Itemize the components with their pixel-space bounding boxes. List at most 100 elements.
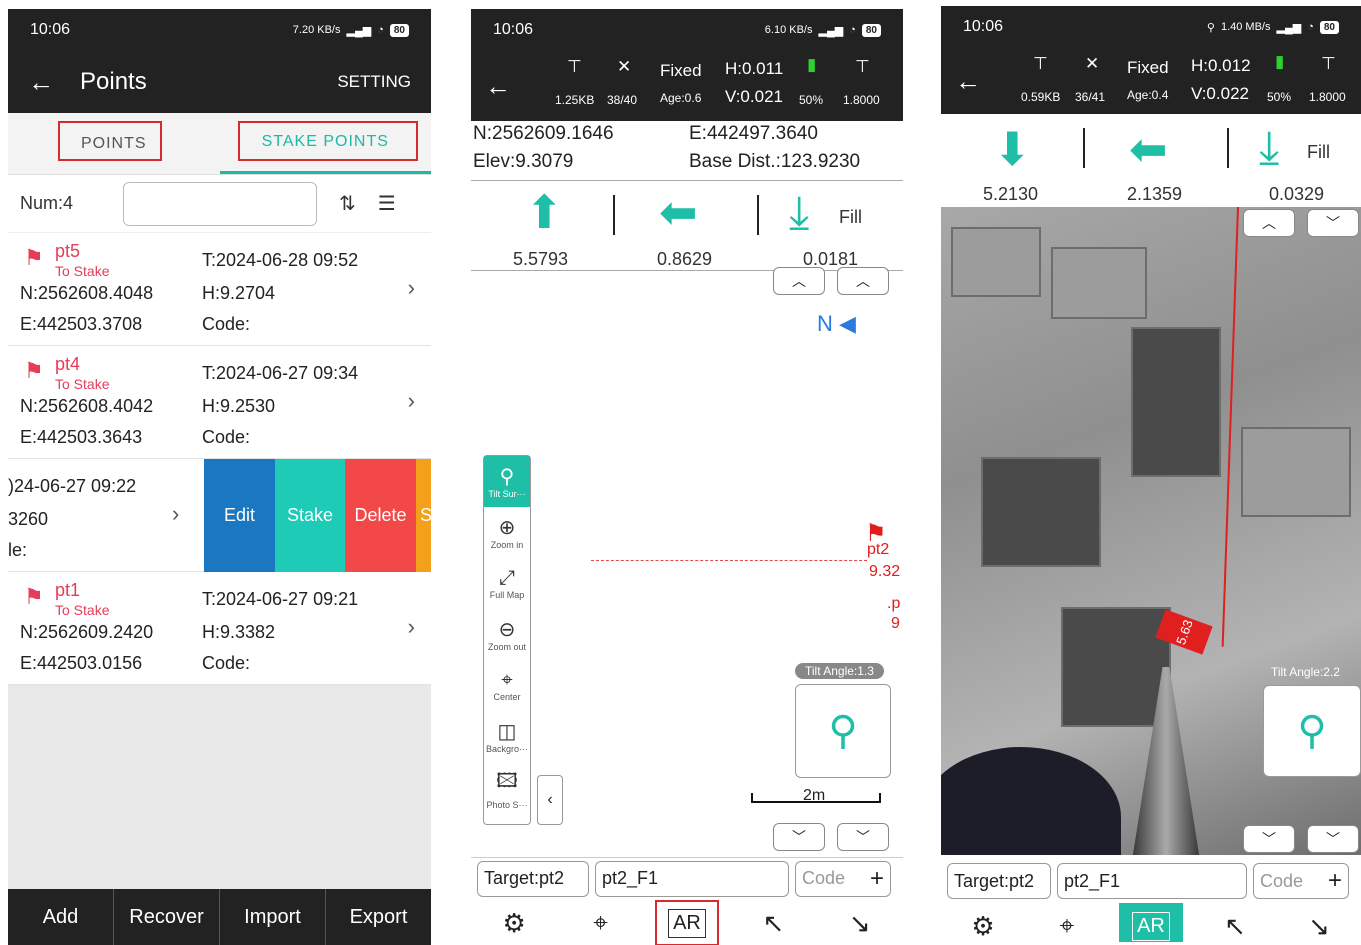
- point-height: 3260: [8, 509, 49, 529]
- battery-status-icon: ▮: [1275, 52, 1285, 71]
- arrow-down-icon: ⬇: [993, 123, 1032, 175]
- collapse-toolbox-button[interactable]: ‹: [537, 775, 563, 825]
- previous-point-icon[interactable]: ↖: [1203, 903, 1267, 942]
- chevron-right-icon[interactable]: ›: [172, 501, 179, 527]
- zoom-out-tool[interactable]: ⊖ Zoom out: [484, 609, 530, 660]
- ar-button[interactable]: AR: [1119, 903, 1183, 942]
- target-field[interactable]: Target:pt2: [947, 863, 1051, 899]
- chevron-up-button[interactable]: ︿: [1243, 209, 1295, 237]
- point-time: )24-06-27 09:22: [8, 476, 137, 496]
- point-name-field[interactable]: pt2_F1: [1057, 863, 1247, 899]
- point-code: Code:: [202, 653, 251, 673]
- antenna-height-icon: ⊤: [1321, 54, 1336, 73]
- chevron-right-icon[interactable]: ›: [408, 275, 415, 301]
- receiver-battery: 50%: [799, 93, 824, 107]
- back-arrow-icon[interactable]: ←: [485, 71, 535, 102]
- chevron-right-icon[interactable]: ›: [408, 388, 415, 414]
- chevron-up-button[interactable]: ︿: [773, 267, 825, 295]
- gnss-header: ← ⊤ 0.59KB ✕ 36/41 Fixed Age:0.4 H:0.012…: [941, 48, 1361, 114]
- zoom-in-tool[interactable]: ⊕ Zoom in: [484, 507, 530, 558]
- center-tool[interactable]: ⌖ Center: [484, 660, 530, 711]
- map-settings-icon[interactable]: ⚙: [951, 903, 1015, 942]
- back-arrow-icon[interactable]: ←: [28, 67, 80, 98]
- tab-points[interactable]: POINTS: [8, 113, 220, 174]
- chevron-up-button[interactable]: ︿: [837, 267, 889, 295]
- delete-button[interactable]: Delete: [345, 459, 416, 572]
- network-speed: 6.10 KB/s: [764, 24, 813, 36]
- center-icon[interactable]: ⌖: [569, 900, 633, 945]
- edit-button[interactable]: Edit: [204, 459, 275, 572]
- tilt-pole-card[interactable]: ⚲: [795, 684, 891, 778]
- map-settings-icon[interactable]: ⚙: [482, 900, 546, 945]
- fix-status: Fixed: [660, 61, 702, 80]
- ar-button[interactable]: AR: [654, 900, 719, 945]
- stake-ar-screen: 10:06 ⚲ 1.40 MB/s ▂▄▆ ◔ 80 ← ⊤ 0.59KB ✕ …: [941, 6, 1361, 942]
- search-input[interactable]: [123, 181, 317, 226]
- chevron-down-button[interactable]: ﹀: [1307, 209, 1359, 237]
- code-field[interactable]: Code +: [1253, 863, 1349, 899]
- point-name-field[interactable]: pt2_F1: [595, 860, 789, 897]
- chevron-down-button[interactable]: ﹀: [1307, 825, 1359, 853]
- fill-icon: ⤓: [789, 186, 810, 238]
- full-map-tool[interactable]: ⤢ Full Map: [484, 558, 530, 609]
- export-button[interactable]: Export: [326, 889, 431, 945]
- plus-icon[interactable]: +: [1328, 867, 1342, 895]
- fill-value: 0.0329: [1269, 184, 1325, 204]
- status-icons: 7.20 KB/s ▂▄▆ ◔ 80: [293, 23, 409, 37]
- tilt-pole-icon: ⚲: [828, 709, 858, 753]
- add-button[interactable]: Add: [8, 889, 114, 945]
- chevron-down-button[interactable]: ﹀: [773, 823, 825, 851]
- tilt-pole-icon: ⚲: [1297, 709, 1327, 753]
- more-action-button[interactable]: S: [416, 459, 431, 572]
- paving-tile: [1131, 327, 1221, 477]
- point-east: E:442503.3708: [20, 314, 143, 334]
- battery-icon: 80: [389, 23, 409, 37]
- plus-icon[interactable]: +: [870, 865, 884, 893]
- chevron-right-icon[interactable]: ›: [408, 614, 415, 640]
- list-icon[interactable]: ☰: [378, 191, 396, 216]
- tilt-pole-card[interactable]: ⚲: [1263, 685, 1361, 777]
- north-compass-icon: N ◀: [817, 311, 856, 336]
- previous-point-icon[interactable]: ↖: [741, 900, 805, 945]
- tab-stake-points[interactable]: STAKE POINTS: [219, 113, 431, 174]
- list-item[interactable]: ⚑ pt1 To Stake T:2024-06-27 09:21 N:2562…: [8, 572, 431, 685]
- recover-button[interactable]: Recover: [114, 889, 220, 945]
- sort-icon[interactable]: ⇅: [339, 191, 356, 216]
- bottom-action-bar: Add Recover Import Export: [8, 889, 431, 945]
- list-item[interactable]: ⚑ pt4 To Stake T:2024-06-27 09:34 N:2562…: [8, 346, 431, 459]
- photo-icon: 🖾: [496, 769, 518, 792]
- battery-icon: 80: [1319, 20, 1339, 34]
- point-height: H:9.2530: [202, 396, 276, 416]
- layers-icon: ◫: [497, 721, 517, 743]
- point-name: pt4: [55, 354, 81, 374]
- target-field[interactable]: Target:pt2: [477, 860, 589, 897]
- list-item-swiped[interactable]: )24-06-27 09:22 3260 le: › Edit Stake De…: [8, 459, 431, 572]
- point-north: N:2562608.4042: [20, 396, 154, 416]
- stake-button[interactable]: Stake: [275, 459, 345, 572]
- code-field[interactable]: Code +: [795, 860, 891, 897]
- status-icons: 6.10 KB/s ▂▄▆ ◔ 80: [764, 23, 881, 37]
- flag-pin-icon: ⚑: [24, 358, 44, 383]
- setting-button[interactable]: SETTING: [337, 72, 411, 92]
- target-point-label: pt2: [867, 541, 890, 558]
- v-precision: V:0.022: [1191, 84, 1249, 103]
- left-distance: 0.8629: [657, 249, 713, 269]
- fill-label: Fill: [1307, 142, 1330, 162]
- next-point-icon[interactable]: ↘: [828, 900, 892, 945]
- list-item[interactable]: ⚑ pt5 To Stake T:2024-06-28 09:52 N:2562…: [8, 233, 431, 346]
- import-button[interactable]: Import: [220, 889, 326, 945]
- age: Age:0.6: [660, 91, 702, 105]
- point-code: le:: [8, 540, 28, 560]
- chevron-down-button[interactable]: ﹀: [837, 823, 889, 851]
- center-icon[interactable]: ⌖: [1035, 903, 1099, 942]
- tool-label: Zoom in: [490, 540, 524, 550]
- back-arrow-icon[interactable]: ←: [955, 66, 1005, 97]
- age: Age:0.4: [1127, 88, 1169, 102]
- chevron-down-button[interactable]: ﹀: [1243, 825, 1295, 853]
- next-point-icon[interactable]: ↘: [1287, 903, 1351, 942]
- background-tool[interactable]: ◫ Backgro···: [484, 711, 530, 762]
- north-label: N: [817, 311, 833, 336]
- tilt-survey-tool[interactable]: ⚲ Tilt Sur···: [484, 456, 530, 507]
- tool-label: Tilt Sur···: [488, 489, 526, 499]
- photo-tool[interactable]: 🖾 Photo S···: [484, 762, 530, 813]
